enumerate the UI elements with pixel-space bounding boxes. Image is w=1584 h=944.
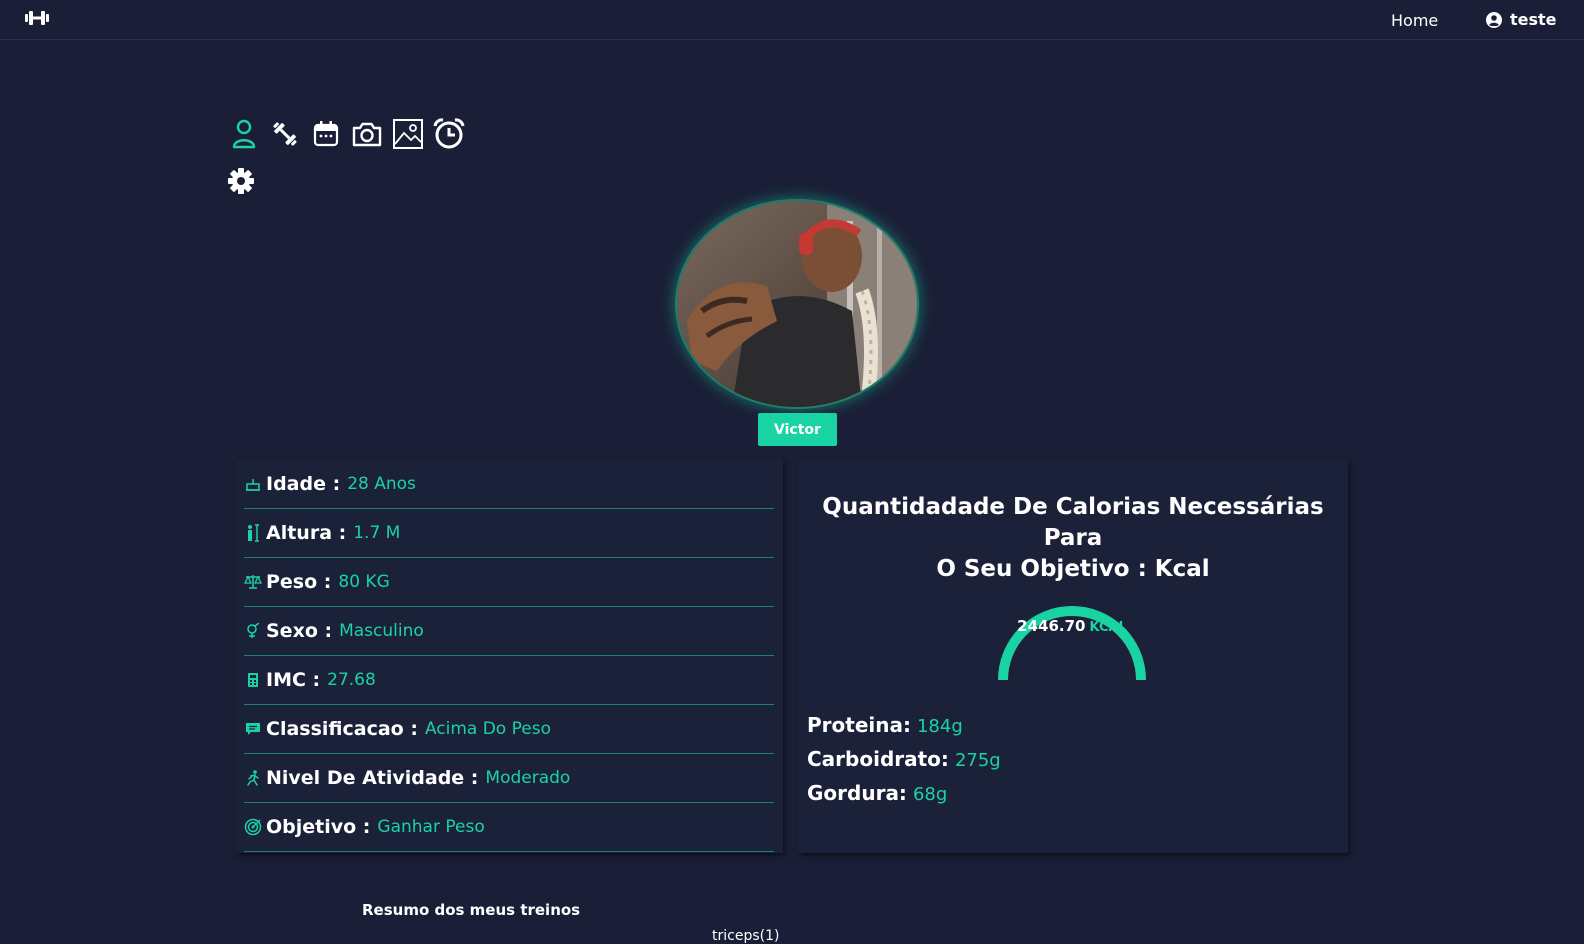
camera-icon[interactable] (350, 117, 384, 151)
profile-info-card: Idade : 28 Anos Altura : 1.7 M Peso : 80… (236, 460, 783, 853)
scale-icon (244, 573, 262, 591)
info-row-objetivo: Objetivo : Ganhar Peso (244, 803, 774, 852)
top-navbar: Home teste (0, 0, 1584, 40)
cake-icon (244, 475, 262, 493)
alarm-clock-icon[interactable] (432, 117, 466, 151)
info-row-altura: Altura : 1.7 M (244, 509, 774, 558)
comment-icon (244, 720, 262, 738)
profile-toolbar (227, 117, 466, 151)
calories-value: 2446.70 KCAL (997, 617, 1147, 635)
training-summary-title: Resumo dos meus treinos (362, 901, 581, 919)
info-value: 80 KG (338, 572, 390, 592)
summary-legend-item: triceps(1) (712, 928, 780, 944)
gender-icon (244, 622, 262, 640)
calories-number: 2446.70 (1017, 617, 1086, 635)
info-label: Peso : (266, 571, 332, 593)
user-icon[interactable] (227, 117, 261, 151)
info-row-sexo: Sexo : Masculino (244, 607, 774, 656)
macro-gordura: Gordura: 68g (807, 781, 947, 805)
calories-unit: KCAL (1089, 620, 1127, 635)
info-value: 1.7 M (353, 523, 401, 543)
calories-title-line1: Quantidadade De Calorias Necessárias Par… (822, 494, 1324, 551)
info-label: Idade : (266, 473, 341, 495)
macro-value: 68g (912, 784, 948, 805)
macro-proteina: Proteina: 184g (807, 713, 963, 737)
info-value: Acima Do Peso (424, 719, 551, 739)
profile-avatar[interactable] (677, 201, 917, 407)
dumbbell-icon[interactable] (24, 9, 50, 27)
macro-label: Proteina: (807, 713, 911, 737)
profile-name-badge[interactable]: Victor (758, 413, 837, 446)
info-row-nivel-atividade: Nivel De Atividade : Moderado (244, 754, 774, 803)
profile-photo (677, 201, 917, 407)
calendar-icon[interactable] (309, 117, 343, 151)
info-label: Sexo : (266, 620, 333, 642)
info-value: 28 Anos (347, 474, 416, 494)
image-icon[interactable] (391, 117, 425, 151)
gear-icon[interactable] (227, 167, 255, 195)
nav-home-link[interactable]: Home (1391, 11, 1438, 30)
macro-value: 184g (916, 716, 963, 737)
user-circle-icon (1486, 11, 1502, 28)
info-label: Classificacao : (266, 718, 418, 740)
info-row-peso: Peso : 80 KG (244, 558, 774, 607)
macro-label: Carboidrato: (807, 747, 949, 771)
info-label: IMC : (266, 669, 321, 691)
height-icon (244, 524, 262, 542)
info-label: Altura : (266, 522, 347, 544)
nav-username: teste (1510, 10, 1557, 29)
info-label: Objetivo : (266, 816, 371, 838)
info-row-imc: IMC : 27.68 (244, 656, 774, 705)
info-row-classificacao: Classificacao : Acima Do Peso (244, 705, 774, 754)
info-value: Masculino (339, 621, 424, 641)
info-row-idade: Idade : 28 Anos (244, 460, 774, 509)
info-value: 27.68 (327, 670, 376, 690)
calculator-icon (244, 671, 262, 689)
macro-value: 275g (954, 750, 1001, 771)
macro-carboidrato: Carboidrato: 275g (807, 747, 1001, 771)
nav-user-menu[interactable]: teste (1486, 10, 1557, 29)
running-icon (244, 769, 262, 787)
target-icon (244, 818, 262, 836)
info-label: Nivel De Atividade : (266, 767, 479, 789)
macro-label: Gordura: (807, 781, 907, 805)
calories-card: Quantidadade De Calorias Necessárias Par… (798, 460, 1348, 853)
info-value: Ganhar Peso (377, 817, 485, 837)
info-value: Moderado (485, 768, 571, 788)
dumbbell-tool-icon[interactable] (268, 117, 302, 151)
